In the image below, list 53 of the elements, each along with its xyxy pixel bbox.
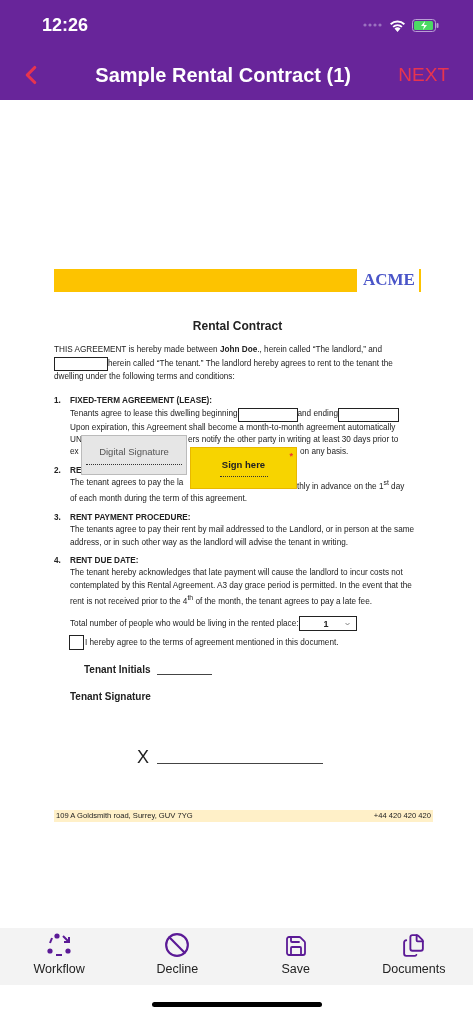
clause-text: The tenant hereby acknowledges that late payment will cause the landlord to incur costs not contemplated by this Rental Agreement. A3 day grace period is permitted. In the event that the rent is not received prior to the 4$^{th}$ of the month, the tenant agrees to pay a late fee. xyxy=(70,567,413,608)
clause-heading: RENT DUE DATE: xyxy=(70,556,139,565)
wifi-icon xyxy=(389,18,406,32)
signature-label: Tenant Signature xyxy=(70,690,151,704)
sign-here-field[interactable]: Sign here * xyxy=(190,447,297,490)
signal-icon xyxy=(363,23,383,27)
clause-number: 1. xyxy=(54,395,62,408)
toolbar-button[interactable]: Decline xyxy=(118,928,237,985)
clause-heading: RENT PAYMENT PROCEDURE: xyxy=(70,512,191,522)
cycle-icon xyxy=(46,932,73,958)
intro-text: herein called “The tenant.” The landlord hereby agrees to rent to the tenant the xyxy=(108,357,393,370)
tenant-name-field[interactable] xyxy=(54,356,108,371)
clause-text: The tenants agree to pay their rent by mail addressed to the Landlord, or in person at the same address, or in such other way as the landlord will advise the tenant in writing. xyxy=(70,524,416,549)
status-time: 12:26 xyxy=(42,14,89,36)
initials-label: Tenant Initials xyxy=(84,664,151,677)
toolbar-button[interactable]: Workflow xyxy=(0,928,119,985)
toolbar-button[interactable]: Documents xyxy=(354,928,473,985)
clause-text: thly in advance on the 1$^{st}$ day xyxy=(297,482,405,491)
clause-text: ex xyxy=(70,447,79,457)
intro-text: THIS AGREEMENT is hereby made between John Doe., herein called “The landlord,” and xyxy=(54,344,382,357)
document-title: Sample Rental Contract (1) xyxy=(94,63,352,87)
clause-number: 4. xyxy=(54,555,62,567)
intro-text: dwelling under the following terms and conditions: xyxy=(54,370,235,383)
occupants-label: Total number of people who would be living in the rented place: xyxy=(70,617,299,630)
header-rule xyxy=(418,268,421,292)
clause-text: on any basis. xyxy=(300,447,349,457)
documents-icon xyxy=(401,933,427,958)
agree-label: I hereby agree to the terms of agreement mentioned in this document. xyxy=(85,636,339,649)
clause-text: Tenants agree to lease this dwelling beginning xyxy=(70,408,238,421)
clause-text: of each month during the term of this agreement. xyxy=(70,493,248,506)
clause-text: Upon expiration, this Agreement shall become a month-to-month agreement automatically xyxy=(70,421,396,434)
clause-number: 2. xyxy=(54,464,62,477)
toolbar-button[interactable]: Save xyxy=(236,928,355,985)
start-date-field[interactable] xyxy=(237,407,298,422)
required-mark: * xyxy=(289,451,293,462)
signature-mark: X xyxy=(137,751,149,764)
end-date-field[interactable] xyxy=(338,407,400,422)
battery-icon xyxy=(412,18,439,32)
clause-text: and ending xyxy=(297,408,339,421)
occupants-dropdown[interactable]: 1 xyxy=(298,616,357,632)
contract-title: Rental Contract xyxy=(191,320,284,333)
clause-text: UN xyxy=(70,435,82,445)
caret-icon xyxy=(344,621,350,626)
clause-heading: RE xyxy=(70,465,82,475)
agree-checkbox[interactable] xyxy=(69,635,84,651)
save-icon xyxy=(283,934,308,958)
company-logo: ACME xyxy=(363,273,415,287)
decline-icon xyxy=(164,932,191,958)
clause-text: The tenant agrees to pay the la xyxy=(70,478,184,488)
digital-signature-field[interactable]: Digital Signature xyxy=(81,435,187,476)
clause-heading: FIXED-TERM AGREEMENT (LEASE): xyxy=(70,396,213,406)
clause-number: 3. xyxy=(54,511,62,524)
clause-text: ers notify the other party in writing at least 30 days prior to xyxy=(188,435,399,445)
